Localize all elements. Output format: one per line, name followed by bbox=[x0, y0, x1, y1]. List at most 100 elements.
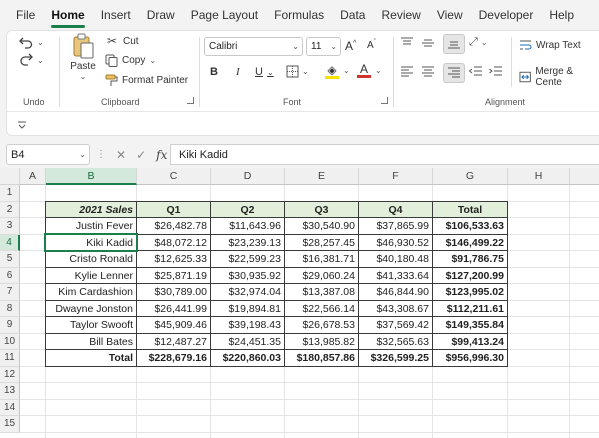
column-header-g[interactable]: G bbox=[433, 168, 508, 185]
name-cell[interactable]: Cristo Ronald bbox=[45, 250, 137, 268]
value-cell[interactable]: $26,482.78 bbox=[136, 217, 211, 235]
value-cell[interactable]: $112,211.61 bbox=[432, 299, 508, 317]
total-cell[interactable]: $956,996.30 bbox=[432, 349, 508, 367]
value-cell[interactable]: $11,643.96 bbox=[210, 217, 285, 235]
value-cell[interactable]: $12,487.27 bbox=[136, 332, 211, 350]
row-header-2[interactable]: 2 bbox=[0, 201, 20, 218]
value-cell[interactable]: $46,930.52 bbox=[358, 233, 433, 251]
menu-file[interactable]: File bbox=[8, 0, 43, 30]
align-right-button[interactable] bbox=[443, 63, 465, 83]
value-cell[interactable]: $39,198.43 bbox=[210, 316, 285, 334]
value-cell[interactable]: $30,540.90 bbox=[284, 217, 359, 235]
column-header-h[interactable]: H bbox=[508, 168, 570, 185]
value-cell[interactable]: $149,355.84 bbox=[432, 316, 508, 334]
font-name-select[interactable]: Calibri ⌄ bbox=[204, 37, 303, 56]
value-cell[interactable]: $29,060.24 bbox=[284, 266, 359, 284]
row-header-15[interactable]: 15 bbox=[0, 416, 20, 433]
name-cell[interactable]: Kiki Kadid bbox=[45, 233, 137, 251]
font-dialog-launcher[interactable] bbox=[381, 97, 388, 104]
underline-button[interactable]: U ⌄ bbox=[255, 66, 274, 78]
menu-home[interactable]: Home bbox=[43, 0, 92, 30]
value-cell[interactable]: $146,499.22 bbox=[432, 233, 508, 251]
menu-formulas[interactable]: Formulas bbox=[266, 0, 332, 30]
column-header-e[interactable]: E bbox=[285, 168, 359, 185]
menu-developer[interactable]: Developer bbox=[471, 0, 542, 30]
value-cell[interactable]: $24,451.35 bbox=[210, 332, 285, 350]
row-header-3[interactable]: 3 bbox=[0, 218, 20, 235]
qat-customize-icon[interactable] bbox=[17, 119, 27, 129]
shrink-font-button[interactable]: Aˇ bbox=[367, 39, 376, 51]
total-cell[interactable]: $326,599.25 bbox=[358, 349, 433, 367]
table-header-cell[interactable]: Q2 bbox=[210, 200, 285, 218]
value-cell[interactable]: $106,533.63 bbox=[432, 217, 508, 235]
column-header-b[interactable]: B bbox=[46, 168, 137, 185]
value-cell[interactable]: $22,566.14 bbox=[284, 299, 359, 317]
select-all-corner[interactable] bbox=[0, 168, 20, 185]
align-center-button[interactable] bbox=[421, 66, 435, 78]
name-cell[interactable]: Bill Bates bbox=[45, 332, 137, 350]
value-cell[interactable]: $45,909.46 bbox=[136, 316, 211, 334]
paste-button[interactable]: Paste ⌄ bbox=[65, 33, 101, 81]
row-header-4[interactable]: 4 bbox=[0, 234, 20, 251]
menu-page-layout[interactable]: Page Layout bbox=[183, 0, 266, 30]
menu-view[interactable]: View bbox=[429, 0, 471, 30]
menu-insert[interactable]: Insert bbox=[93, 0, 139, 30]
value-cell[interactable]: $41,333.64 bbox=[358, 266, 433, 284]
row-header-10[interactable]: 10 bbox=[0, 333, 20, 350]
align-top-button[interactable] bbox=[400, 37, 414, 49]
row-header-6[interactable]: 6 bbox=[0, 267, 20, 284]
value-cell[interactable]: $22,599.23 bbox=[210, 250, 285, 268]
menu-data[interactable]: Data bbox=[332, 0, 373, 30]
row-header-7[interactable]: 7 bbox=[0, 284, 20, 301]
value-cell[interactable]: $30,935.92 bbox=[210, 266, 285, 284]
value-cell[interactable]: $16,381.71 bbox=[284, 250, 359, 268]
value-cell[interactable]: $28,257.45 bbox=[284, 233, 359, 251]
clipboard-dialog-launcher[interactable] bbox=[187, 97, 194, 104]
column-header-f[interactable]: F bbox=[359, 168, 433, 185]
row-header-9[interactable]: 9 bbox=[0, 317, 20, 334]
cancel-icon[interactable]: ✕ bbox=[116, 148, 126, 162]
column-header-d[interactable]: D bbox=[211, 168, 285, 185]
borders-button[interactable]: ⌄ bbox=[286, 65, 309, 78]
name-cell[interactable]: Taylor Swooft bbox=[45, 316, 137, 334]
name-cell[interactable]: Kylie Lenner bbox=[45, 266, 137, 284]
total-cell[interactable]: $180,857.86 bbox=[284, 349, 359, 367]
total-cell[interactable]: $228,679.16 bbox=[136, 349, 211, 367]
table-header-cell[interactable]: Total bbox=[432, 200, 508, 218]
redo-button[interactable]: ⌄ bbox=[19, 53, 44, 67]
menu-draw[interactable]: Draw bbox=[139, 0, 183, 30]
font-size-select[interactable]: 11 ⌄ bbox=[306, 37, 341, 56]
orientation-button[interactable]: ⤢ ⌄ bbox=[469, 36, 488, 49]
column-header-c[interactable]: C bbox=[137, 168, 211, 185]
value-cell[interactable]: $37,569.42 bbox=[358, 316, 433, 334]
row-header-5[interactable]: 5 bbox=[0, 251, 20, 268]
row-header-13[interactable]: 13 bbox=[0, 383, 20, 400]
table-header-cell[interactable]: Q1 bbox=[136, 200, 211, 218]
name-cell[interactable]: Kim Cardashion bbox=[45, 283, 137, 301]
value-cell[interactable]: $123,995.02 bbox=[432, 283, 508, 301]
fill-color-button[interactable]: ◈ bbox=[325, 64, 339, 79]
align-middle-button[interactable] bbox=[421, 37, 435, 49]
value-cell[interactable]: $127,200.99 bbox=[432, 266, 508, 284]
align-left-button[interactable] bbox=[400, 66, 414, 78]
value-cell[interactable]: $13,387.08 bbox=[284, 283, 359, 301]
font-color-button[interactable]: A bbox=[357, 63, 371, 78]
bold-button[interactable]: B bbox=[210, 66, 218, 78]
copy-button[interactable]: Copy ⌄ bbox=[105, 54, 156, 67]
menu-help[interactable]: Help bbox=[541, 0, 582, 30]
value-cell[interactable]: $40,180.48 bbox=[358, 250, 433, 268]
value-cell[interactable]: $23,239.13 bbox=[210, 233, 285, 251]
table-header-cell[interactable]: Q4 bbox=[358, 200, 433, 218]
row-header-8[interactable]: 8 bbox=[0, 300, 20, 317]
value-cell[interactable]: $32,565.63 bbox=[358, 332, 433, 350]
value-cell[interactable]: $13,985.82 bbox=[284, 332, 359, 350]
total-cell[interactable]: Total bbox=[45, 349, 137, 367]
align-bottom-button[interactable] bbox=[443, 34, 465, 54]
column-header-a[interactable]: A bbox=[20, 168, 46, 185]
undo-button[interactable]: ⌄ bbox=[19, 35, 44, 49]
name-box[interactable]: B4 ⌄ bbox=[6, 144, 90, 165]
value-cell[interactable]: $19,894.81 bbox=[210, 299, 285, 317]
italic-button[interactable]: I bbox=[236, 66, 240, 78]
row-header-12[interactable]: 12 bbox=[0, 366, 20, 383]
name-cell[interactable]: Dwayne Jonston bbox=[45, 299, 137, 317]
